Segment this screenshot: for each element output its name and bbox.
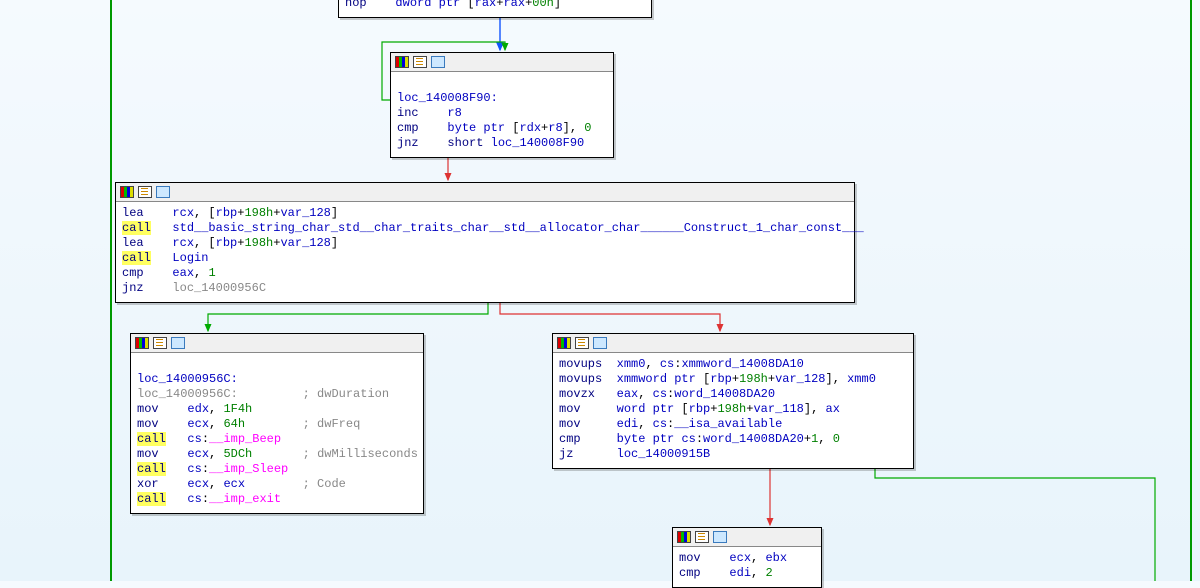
block-tail[interactable]: mov ecx, ebx cmp edi, 2 [672,527,822,588]
color-bars-icon[interactable] [120,185,134,199]
block-loop[interactable]: loc_140008F90: inc r8 cmp byte ptr [rdx+… [390,52,614,158]
block-movups[interactable]: movups xmm0, cs:xmmword_14008DA10 movups… [552,333,914,469]
canvas-border-right [1190,0,1192,581]
edit-icon[interactable] [575,336,589,350]
color-bars-icon[interactable] [677,530,691,544]
block-beep-exit[interactable]: loc_14000956C: loc_14000956C: ; dwDurati… [130,333,424,514]
block-header [116,183,854,202]
color-bars-icon[interactable] [557,336,571,350]
note-icon[interactable] [171,336,185,350]
note-icon[interactable] [431,55,445,69]
note-icon[interactable] [713,530,727,544]
canvas-border-left [110,0,112,581]
color-bars-icon[interactable] [395,55,409,69]
block-header [391,53,613,72]
edit-icon[interactable] [138,185,152,199]
block-header [131,334,423,353]
block-construct-login[interactable]: lea rcx, [rbp+198h+var_128] call std__ba… [115,182,855,303]
block-body: loc_140008F90: inc r8 cmp byte ptr [rdx+… [391,72,613,157]
block-body: loc_14000956C: loc_14000956C: ; dwDurati… [131,353,423,513]
color-bars-icon[interactable] [135,336,149,350]
block-body: lea rcx, [rbp+198h+var_128] call std__ba… [116,202,854,302]
block-body: mov ecx, ebx cmp edi, 2 [673,547,821,587]
note-icon[interactable] [156,185,170,199]
block-header [673,528,821,547]
block-top-partial[interactable]: mov r8, 0FFFFFFFFFFFFFFFFh nop dword ptr… [338,0,652,18]
edit-icon[interactable] [153,336,167,350]
note-icon[interactable] [593,336,607,350]
block-body: mov r8, 0FFFFFFFFFFFFFFFFh nop dword ptr… [339,0,651,17]
edit-icon[interactable] [413,55,427,69]
graph-canvas[interactable]: mov r8, 0FFFFFFFFFFFFFFFFh nop dword ptr… [0,0,1200,581]
edit-icon[interactable] [695,530,709,544]
block-header [553,334,913,353]
block-body: movups xmm0, cs:xmmword_14008DA10 movups… [553,353,913,468]
